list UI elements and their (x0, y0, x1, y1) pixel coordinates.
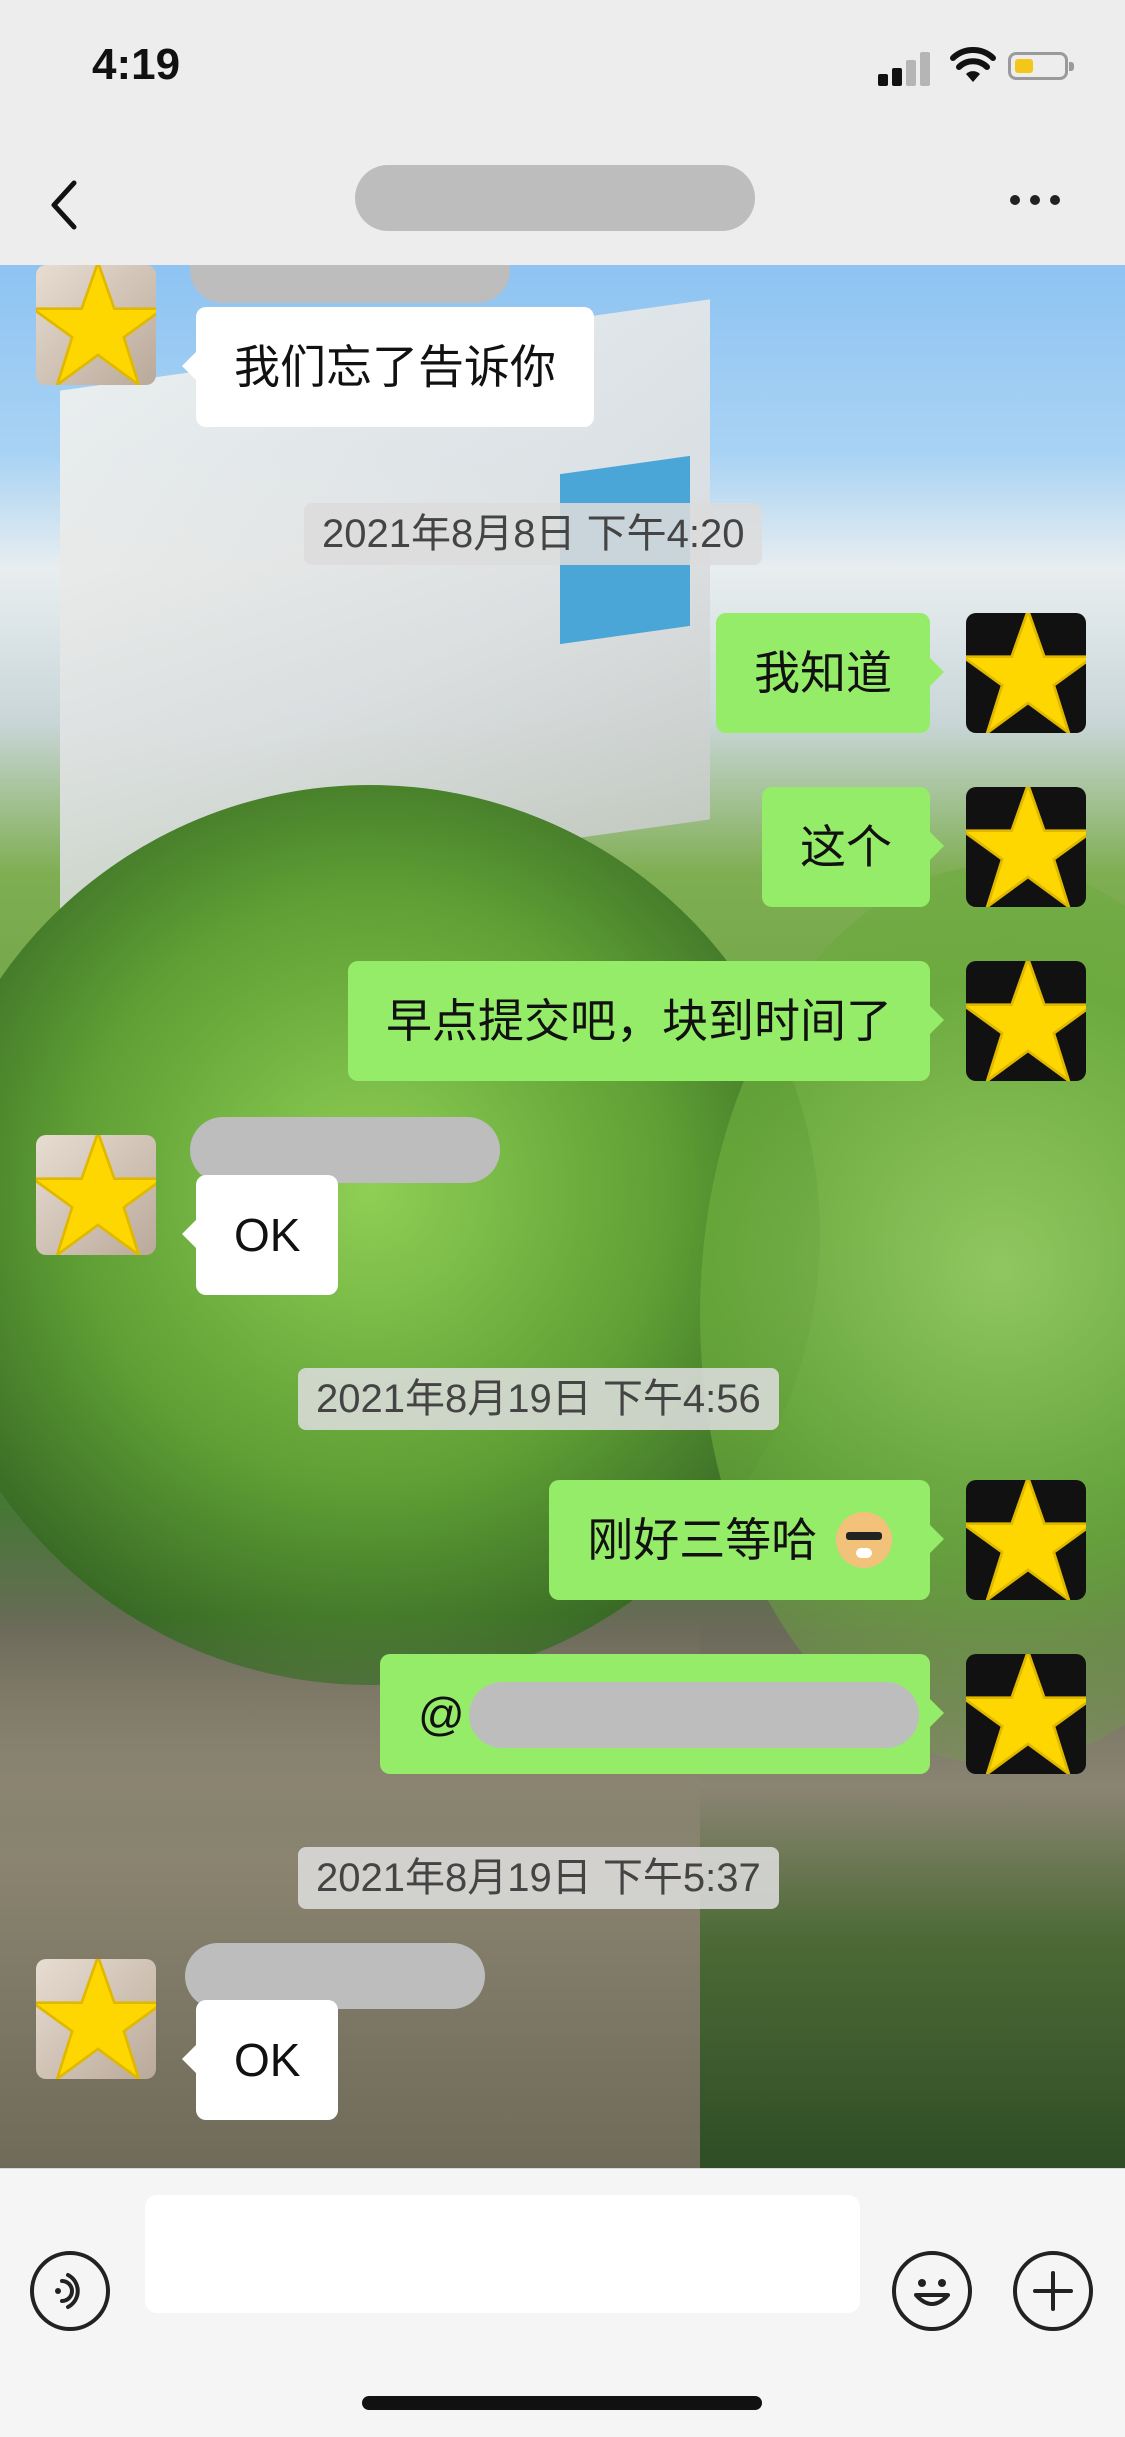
message-bubble-received[interactable]: OK (181, 2000, 339, 2120)
home-indicator (362, 2396, 762, 2410)
more-actions-button[interactable] (1013, 2251, 1093, 2331)
sender-name-redacted (190, 265, 510, 303)
message-bubble-received[interactable]: 我们忘了告诉你 (182, 307, 594, 427)
emoji-button[interactable] (892, 2251, 972, 2331)
message-bubble-sent[interactable]: 早点提交吧，块到时间了 (348, 961, 944, 1081)
avatar[interactable] (966, 1480, 1086, 1600)
message-bubble-sent[interactable]: 刚好三等哈 (549, 1480, 944, 1600)
chat-message-list[interactable]: 我们忘了告诉你 2021年8月8日 下午4:20 我知道 这个 早点提交吧，块到… (0, 265, 1125, 2168)
avatar[interactable] (966, 613, 1086, 733)
star-icon (966, 787, 1086, 907)
voice-input-button[interactable] (30, 2251, 110, 2331)
star-icon (36, 1135, 156, 1255)
avatar[interactable] (966, 1654, 1086, 1774)
star-icon (966, 613, 1086, 733)
timestamp: 2021年8月8日 下午4:20 (304, 503, 763, 565)
input-bar (0, 2168, 1125, 2437)
signal-strength-icon (878, 52, 934, 86)
star-icon (966, 1480, 1086, 1600)
sender-name-redacted (190, 1117, 500, 1183)
plus-icon (1033, 2271, 1073, 2311)
message-input[interactable] (145, 2195, 860, 2313)
back-chevron-icon[interactable] (44, 175, 84, 235)
message-text: 刚好三等哈 (587, 1514, 818, 1566)
mention-symbol: @ (418, 1688, 465, 1740)
avatar[interactable] (966, 787, 1086, 907)
avatar[interactable] (966, 961, 1086, 1081)
message-bubble-sent[interactable]: 这个 (762, 787, 944, 907)
message-bubble-sent[interactable]: 我知道 (716, 613, 944, 733)
status-bar: 4:19 (0, 0, 1125, 135)
timestamp: 2021年8月19日 下午4:56 (298, 1368, 779, 1430)
status-time: 4:19 (92, 40, 181, 89)
voice-icon (55, 2273, 80, 2309)
message-bubble-received[interactable]: OK (181, 1175, 339, 1295)
avatar[interactable] (36, 1959, 156, 2079)
star-icon (36, 1959, 156, 2079)
mention-name-redacted (468, 1681, 919, 1748)
smiley-icon (914, 2279, 950, 2306)
star-icon (966, 961, 1086, 1081)
more-options-icon[interactable] (1010, 189, 1070, 209)
timestamp: 2021年8月19日 下午5:37 (298, 1847, 779, 1909)
star-icon (966, 1654, 1086, 1774)
message-bubble-sent[interactable]: @ (380, 1654, 944, 1774)
star-icon (36, 265, 156, 385)
chat-title-redacted (355, 165, 755, 231)
wifi-icon (950, 47, 996, 82)
avatar[interactable] (36, 265, 156, 385)
dog-face-emoji-icon (836, 1511, 892, 1568)
nav-bar (0, 135, 1125, 265)
avatar[interactable] (36, 1135, 156, 1255)
battery-icon (1008, 52, 1074, 80)
